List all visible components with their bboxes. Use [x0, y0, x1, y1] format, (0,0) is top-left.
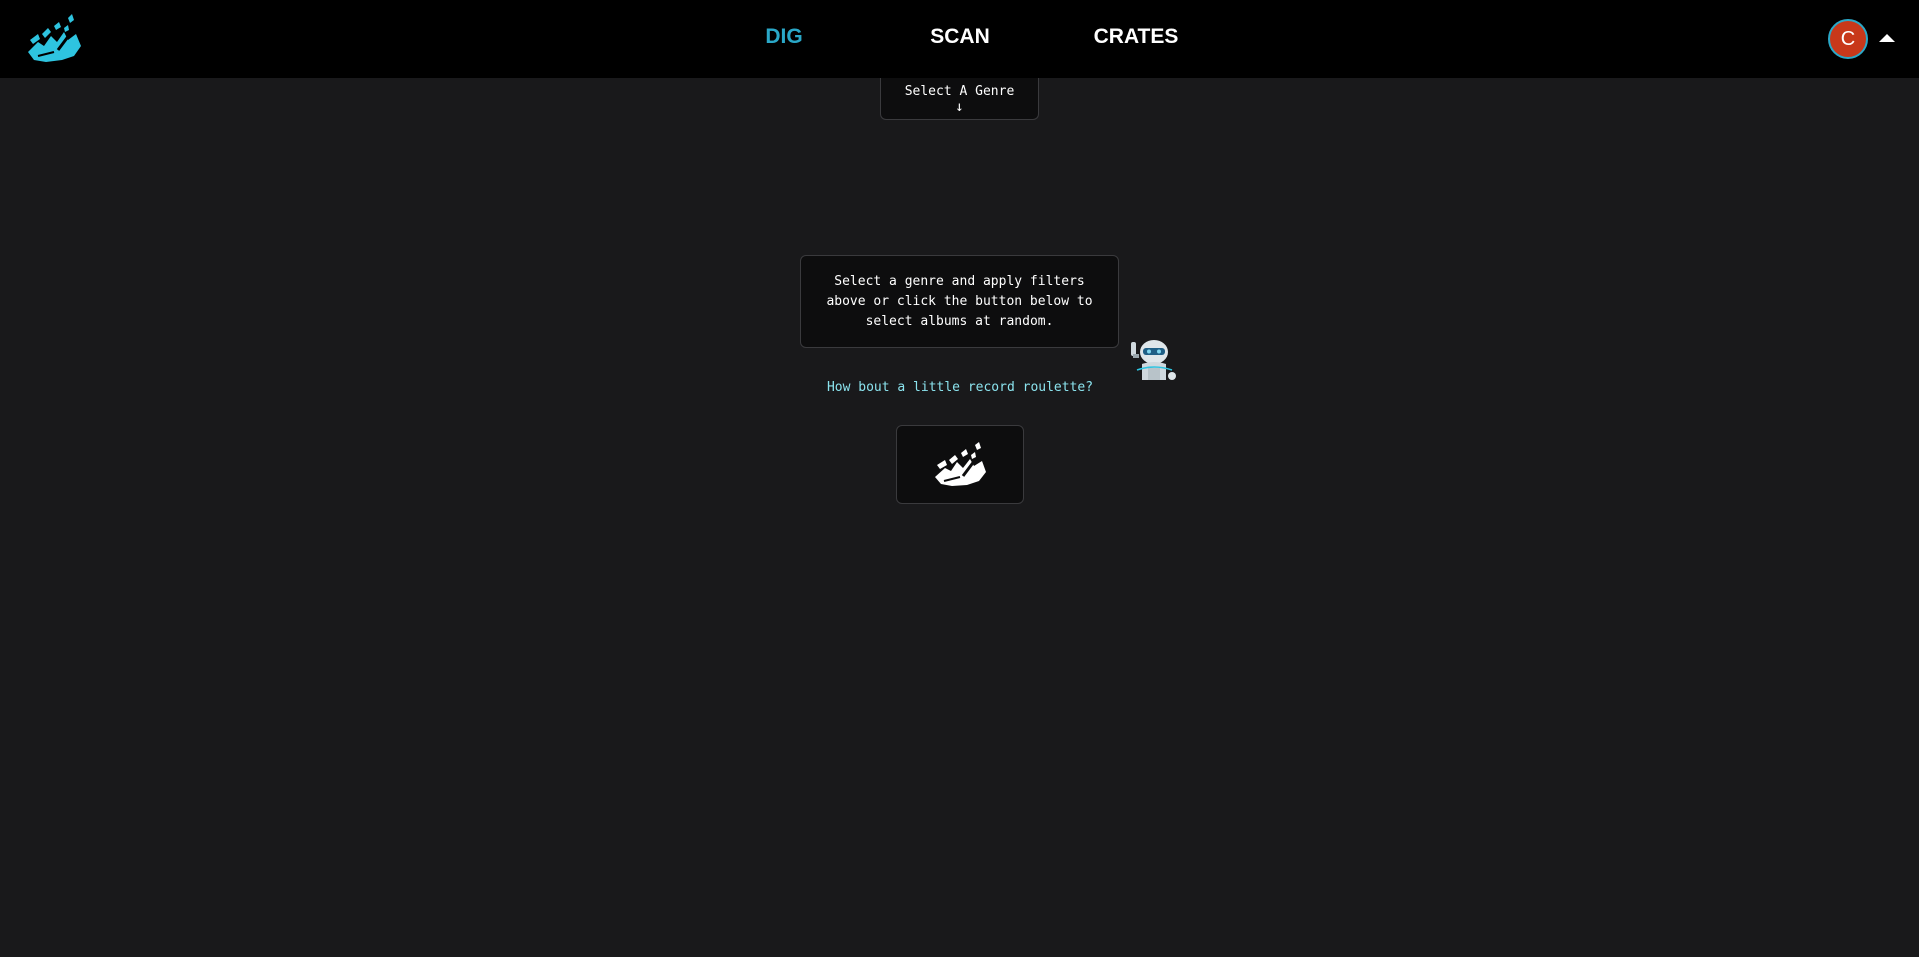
caret-up-icon[interactable] — [1879, 34, 1895, 42]
logo-icon[interactable] — [24, 12, 86, 66]
user-avatar[interactable]: C — [1828, 19, 1868, 59]
robot-icon — [1131, 340, 1176, 380]
roulette-prompt: How bout a little record roulette? — [826, 380, 1094, 395]
select-genre-label: Select A Genre — [904, 84, 1015, 99]
nav-crates[interactable]: CRATES — [1094, 25, 1179, 49]
select-genre-button[interactable]: Select A Genre ↓ — [880, 78, 1039, 120]
instruction-message: Select a genre and apply filters above o… — [800, 255, 1119, 348]
digging-shovel-icon — [935, 442, 986, 486]
nav-dig[interactable]: DIG — [765, 25, 802, 49]
top-navbar: DIG SCAN CRATES C — [0, 0, 1919, 78]
arrow-down-icon: ↓ — [955, 99, 964, 115]
nav-scan[interactable]: SCAN — [930, 25, 990, 49]
record-roulette-button[interactable] — [896, 425, 1024, 504]
